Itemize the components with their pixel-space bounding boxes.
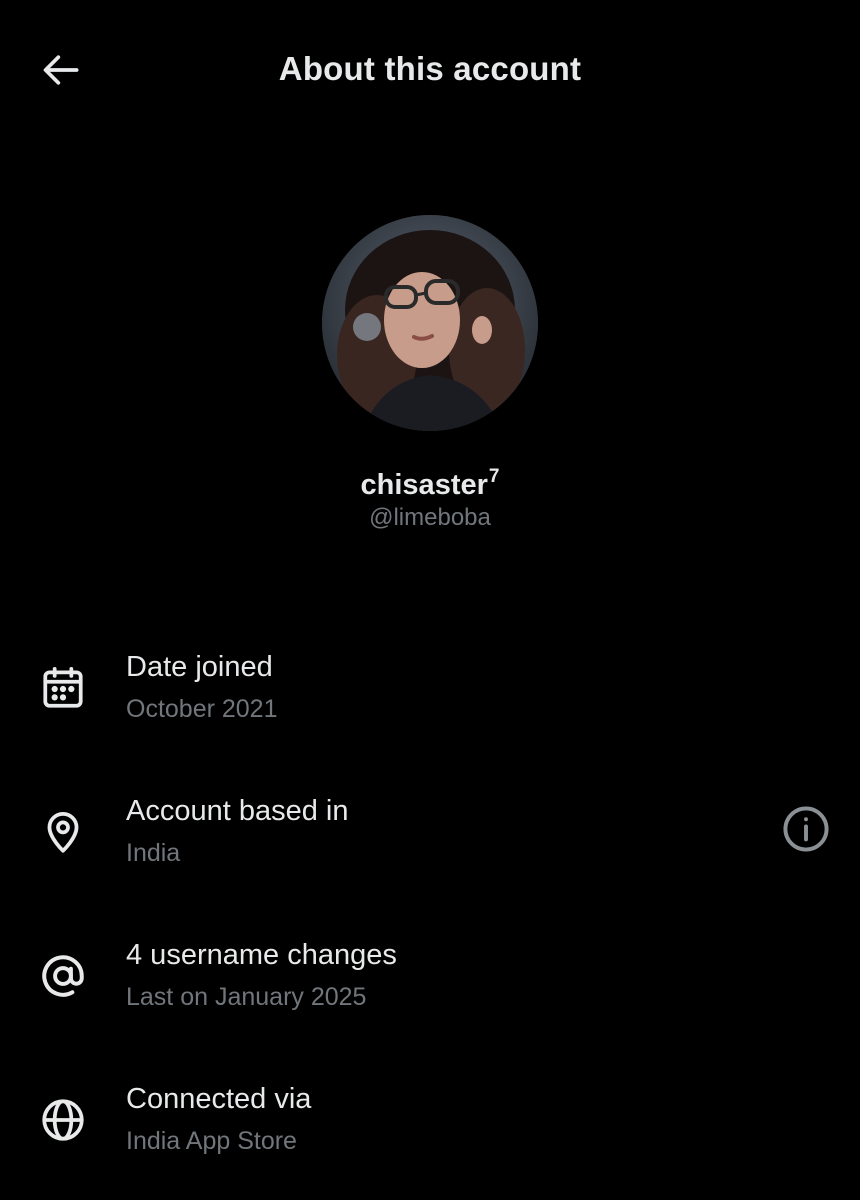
row-subtitle: Last on January 2025 [126, 983, 367, 1011]
globe-icon [36, 1093, 90, 1147]
date-joined-row: Date joined October 2021 [0, 645, 860, 745]
row-subtitle: India [126, 839, 181, 867]
connected-via-row: Connected via India App Store [0, 1077, 860, 1177]
avatar[interactable] [322, 215, 538, 431]
calendar-icon [36, 661, 90, 715]
row-title: Account based in [126, 795, 349, 827]
display-name: chisaster7 [0, 466, 860, 502]
username-changes-row: 4 username changes Last on January 2025 [0, 933, 860, 1033]
username-handle: @limeboba [369, 504, 491, 531]
row-title: 4 username changes [126, 939, 397, 971]
row-title: Date joined [126, 651, 273, 683]
row-subtitle: October 2021 [126, 695, 278, 723]
info-button[interactable] [776, 801, 836, 861]
display-name-text: chisaster [360, 469, 488, 501]
profile-photo [322, 215, 538, 431]
display-name-superscript: 7 [488, 466, 500, 487]
at-sign-icon [36, 949, 90, 1003]
page-title: About this account [278, 50, 582, 87]
top-bar: About this account [0, 0, 860, 140]
info-icon [780, 803, 832, 860]
location-pin-icon [36, 805, 90, 859]
account-location-row: Account based in India [0, 789, 860, 889]
row-title: Connected via [126, 1083, 312, 1115]
row-subtitle: India App Store [126, 1127, 297, 1155]
